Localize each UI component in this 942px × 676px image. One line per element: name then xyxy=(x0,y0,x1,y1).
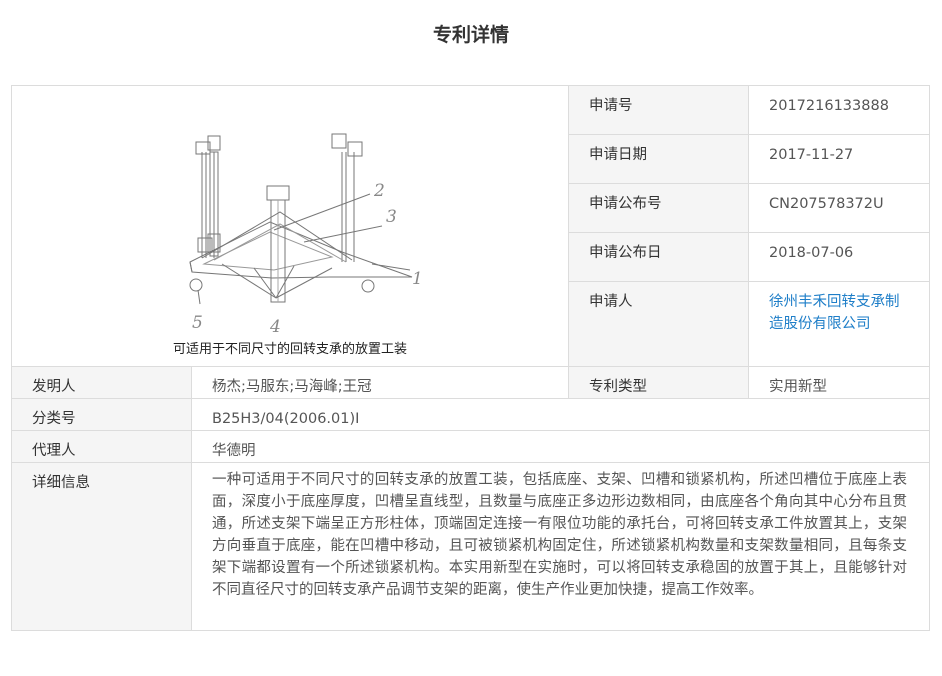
patent-type-value: 实用新型 xyxy=(748,366,930,399)
application-date-label: 申请日期 xyxy=(568,134,749,185)
application-no-label: 申请号 xyxy=(568,84,749,136)
publication-date-label: 申请公布日 xyxy=(568,232,749,283)
applicant-value: 徐州丰禾回转支承制造股份有限公司 xyxy=(748,281,930,367)
agent-label: 代理人 xyxy=(11,430,192,463)
classification-label: 分类号 xyxy=(11,398,192,431)
page-title: 专利详情 xyxy=(432,24,509,46)
drawing-caption: 可适用于不同尺寸的回转支承的放置工装 xyxy=(172,342,407,357)
publication-date-value: 2018-07-06 xyxy=(748,232,930,283)
callout-4: 4 xyxy=(269,317,281,337)
application-no-value: 2017216133888 xyxy=(748,84,930,136)
patent-detail-table: 2 3 1 4 5 可适用于不同尺寸的回转支承的放置工装 申请号 2017216… xyxy=(11,84,930,631)
callout-2: 2 xyxy=(373,181,385,201)
callout-5: 5 xyxy=(192,313,203,333)
publication-no-value: CN207578372U xyxy=(748,183,930,234)
details-value: 一种可适用于不同尺寸的回转支承的放置工装，包括底座、支架、凹槽和锁紧机构，所述凹… xyxy=(191,462,930,631)
applicant-label: 申请人 xyxy=(568,281,749,367)
classification-value: B25H3/04(2006.01)I xyxy=(191,398,930,431)
publication-no-label: 申请公布号 xyxy=(568,183,749,234)
drawing-callouts: 2 3 1 4 5 xyxy=(192,181,423,337)
agent-value: 华德明 xyxy=(191,430,930,463)
inventors-label: 发明人 xyxy=(11,366,192,399)
patent-drawing-cell: 2 3 1 4 5 可适用于不同尺寸的回转支承的放置工装 xyxy=(11,85,569,367)
applicant-link[interactable]: 徐州丰禾回转支承制造股份有限公司 xyxy=(769,291,904,335)
patent-type-label: 专利类型 xyxy=(568,366,749,399)
inventors-value: 杨杰;马服东;马海峰;王冠 xyxy=(191,366,569,399)
callout-3: 3 xyxy=(386,207,397,227)
application-date-value: 2017-11-27 xyxy=(748,134,930,185)
details-label: 详细信息 xyxy=(11,462,192,631)
callout-1: 1 xyxy=(412,269,423,289)
